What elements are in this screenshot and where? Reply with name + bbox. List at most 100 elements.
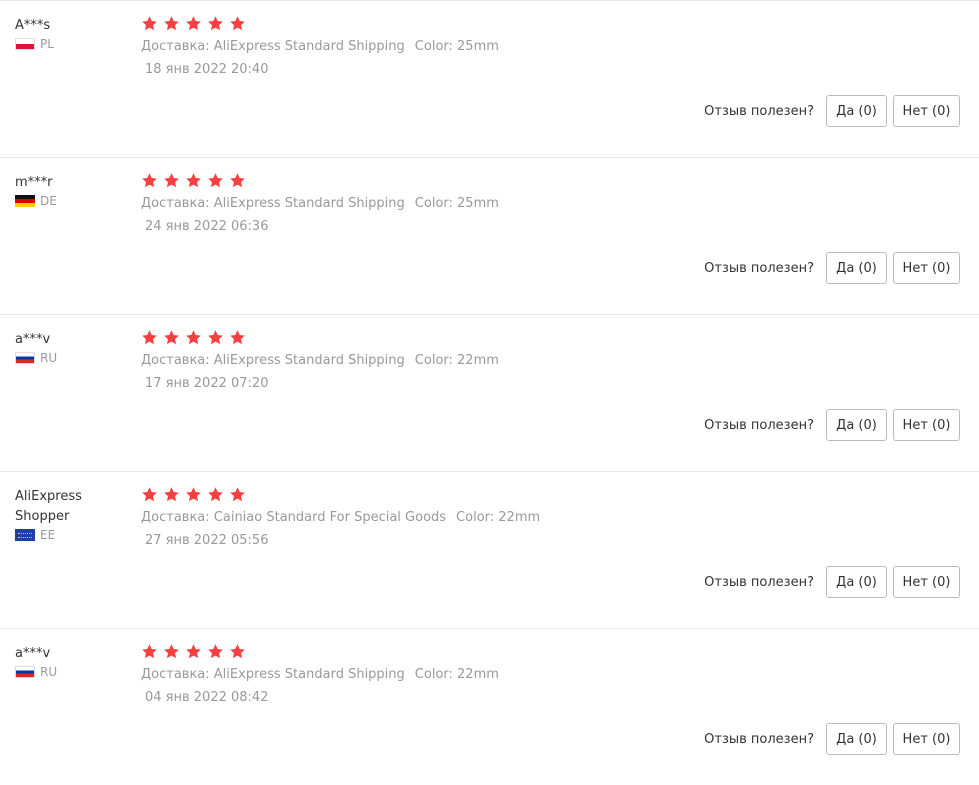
- helpful-yes-button[interactable]: Да (0): [826, 566, 887, 598]
- delivery-method: Доставка: AliExpress Standard Shipping: [141, 353, 405, 368]
- star-icon: [163, 643, 180, 660]
- star-icon: [207, 15, 224, 32]
- review-item: a***v RU Доставка: AliExpress Standard S…: [0, 314, 979, 471]
- star-icon: [141, 329, 158, 346]
- star-rating: [141, 643, 251, 660]
- helpful-no-button[interactable]: Нет (0): [893, 409, 960, 441]
- reviewer-info: A***s PL: [15, 16, 125, 53]
- helpful-label: Отзыв полезен?: [704, 574, 814, 590]
- flag-icon: [15, 195, 35, 207]
- helpful-no-button[interactable]: Нет (0): [893, 252, 960, 284]
- reviewer-info: m***r DE: [15, 173, 125, 210]
- review-meta: Доставка: AliExpress Standard Shipping Co…: [141, 39, 499, 54]
- star-icon: [163, 486, 180, 503]
- reviewer-country: PL: [15, 35, 125, 53]
- review-date: 27 янв 2022 05:56: [145, 533, 269, 548]
- star-rating: [141, 329, 251, 346]
- review-date: 04 янв 2022 08:42: [145, 690, 269, 705]
- star-icon: [141, 172, 158, 189]
- delivery-method: Доставка: AliExpress Standard Shipping: [141, 667, 405, 682]
- star-rating: [141, 15, 251, 32]
- flag-icon: [15, 38, 35, 50]
- helpful-yes-button[interactable]: Да (0): [826, 252, 887, 284]
- star-icon: [163, 329, 180, 346]
- product-color: Color: 25mm: [414, 196, 499, 211]
- star-icon: [141, 15, 158, 32]
- review-meta: Доставка: Cainiao Standard For Special G…: [141, 510, 540, 525]
- reviewer-country: DE: [15, 192, 125, 210]
- reviewer-name: a***v: [15, 646, 51, 661]
- star-icon: [141, 643, 158, 660]
- flag-icon: [15, 352, 35, 364]
- reviewer-country: EE: [15, 526, 125, 544]
- reviewer-country: RU: [15, 663, 125, 681]
- reviewer-name: AliExpress Shopper: [15, 489, 82, 524]
- helpful-no-button[interactable]: Нет (0): [893, 723, 960, 755]
- star-icon: [229, 643, 246, 660]
- reviewer-info: a***v RU: [15, 644, 125, 681]
- star-icon: [185, 486, 202, 503]
- delivery-method: Доставка: AliExpress Standard Shipping: [141, 196, 405, 211]
- product-color: Color: 22mm: [414, 667, 499, 682]
- star-icon: [229, 172, 246, 189]
- star-icon: [185, 643, 202, 660]
- star-icon: [207, 329, 224, 346]
- review-date: 17 янв 2022 07:20: [145, 376, 269, 391]
- delivery-method: Доставка: Cainiao Standard For Special G…: [141, 510, 447, 525]
- star-icon: [229, 15, 246, 32]
- helpful-vote: Отзыв полезен? Да (0) Нет (0): [704, 723, 960, 755]
- helpful-yes-button[interactable]: Да (0): [826, 409, 887, 441]
- flag-icon: [15, 529, 35, 541]
- helpful-label: Отзыв полезен?: [704, 731, 814, 747]
- star-icon: [163, 15, 180, 32]
- reviewer-info: a***v RU: [15, 330, 125, 367]
- star-icon: [163, 172, 180, 189]
- review-meta: Доставка: AliExpress Standard Shipping Co…: [141, 196, 499, 211]
- review-item: A***s PL Доставка: AliExpress Standard S…: [0, 0, 979, 157]
- country-code: RU: [40, 351, 58, 365]
- reviewer-name: a***v: [15, 332, 51, 347]
- product-color: Color: 22mm: [456, 510, 541, 525]
- delivery-method: Доставка: AliExpress Standard Shipping: [141, 39, 405, 54]
- product-color: Color: 22mm: [414, 353, 499, 368]
- reviewer-info: AliExpress Shopper EE: [15, 487, 125, 544]
- reviewer-name: m***r: [15, 175, 53, 190]
- country-code: RU: [40, 665, 58, 679]
- star-icon: [229, 329, 246, 346]
- star-icon: [229, 486, 246, 503]
- review-item: m***r DE Доставка: AliExpress Standard S…: [0, 157, 979, 314]
- helpful-label: Отзыв полезен?: [704, 260, 814, 276]
- star-icon: [207, 486, 224, 503]
- star-icon: [207, 643, 224, 660]
- review-item: AliExpress Shopper EE Доставка: Cainiao …: [0, 471, 979, 628]
- helpful-yes-button[interactable]: Да (0): [826, 95, 887, 127]
- helpful-vote: Отзыв полезен? Да (0) Нет (0): [704, 95, 960, 127]
- helpful-yes-button[interactable]: Да (0): [826, 723, 887, 755]
- helpful-vote: Отзыв полезен? Да (0) Нет (0): [704, 252, 960, 284]
- star-rating: [141, 172, 251, 189]
- product-color: Color: 25mm: [414, 39, 499, 54]
- country-code: DE: [40, 194, 57, 208]
- review-list: A***s PL Доставка: AliExpress Standard S…: [0, 0, 979, 785]
- star-icon: [185, 329, 202, 346]
- country-code: EE: [40, 528, 56, 542]
- review-item: a***v RU Доставка: AliExpress Standard S…: [0, 628, 979, 785]
- helpful-no-button[interactable]: Нет (0): [893, 566, 960, 598]
- review-meta: Доставка: AliExpress Standard Shipping Co…: [141, 667, 499, 682]
- review-date: 24 янв 2022 06:36: [145, 219, 269, 234]
- flag-icon: [15, 666, 35, 678]
- helpful-vote: Отзыв полезен? Да (0) Нет (0): [704, 409, 960, 441]
- helpful-no-button[interactable]: Нет (0): [893, 95, 960, 127]
- reviewer-country: RU: [15, 349, 125, 367]
- review-date: 18 янв 2022 20:40: [145, 62, 269, 77]
- review-meta: Доставка: AliExpress Standard Shipping Co…: [141, 353, 499, 368]
- reviewer-name: A***s: [15, 18, 51, 33]
- helpful-label: Отзыв полезен?: [704, 103, 814, 119]
- star-icon: [207, 172, 224, 189]
- helpful-vote: Отзыв полезен? Да (0) Нет (0): [704, 566, 960, 598]
- star-icon: [141, 486, 158, 503]
- star-rating: [141, 486, 251, 503]
- country-code: PL: [40, 37, 54, 51]
- helpful-label: Отзыв полезен?: [704, 417, 814, 433]
- star-icon: [185, 172, 202, 189]
